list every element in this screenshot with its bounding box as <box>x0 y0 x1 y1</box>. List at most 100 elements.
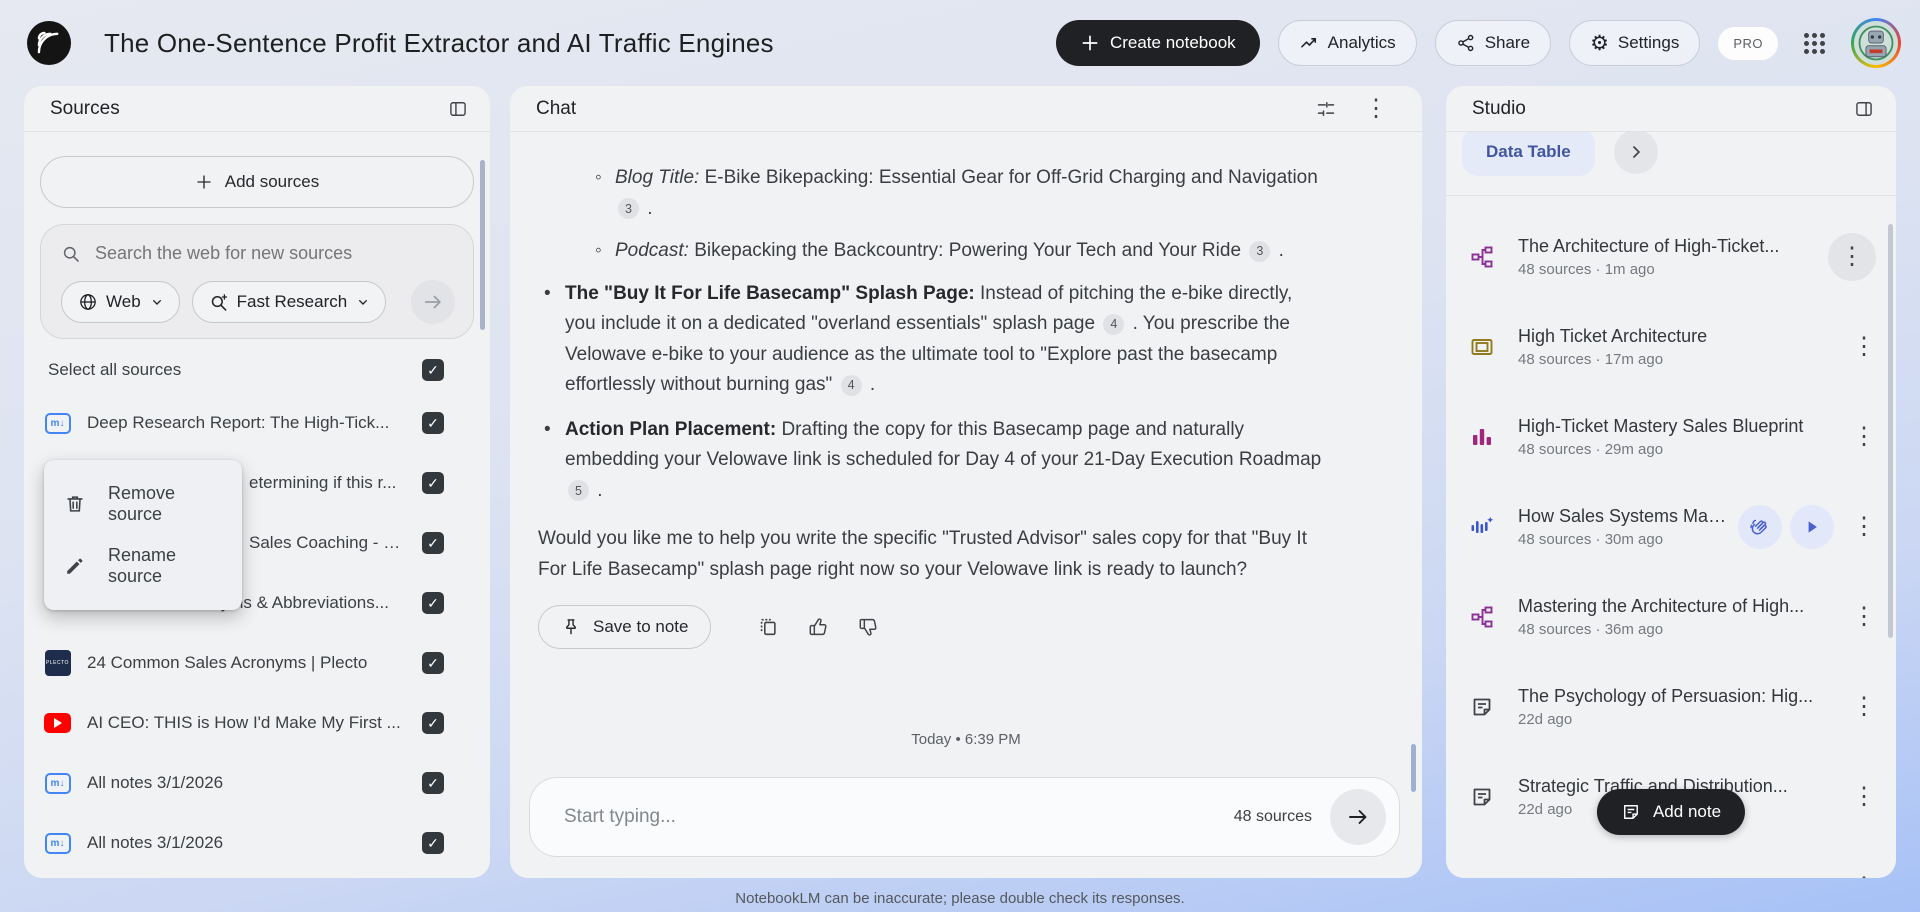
add-sources-button[interactable]: Add sources <box>40 156 474 208</box>
web-search-card: Web Fast Research <box>40 224 474 339</box>
analytics-button[interactable]: Analytics <box>1277 20 1417 66</box>
source-row[interactable]: m↓ All notes 3/1/2026 ✓ <box>24 753 490 813</box>
item-more-icon[interactable]: ⋮ <box>1852 875 1876 879</box>
studio-item[interactable]: High Ticket Architecture 48 sources · 17m… <box>1446 302 1896 392</box>
markdown-icon: m↓ <box>44 832 71 854</box>
studio-item[interactable]: How Sales Systems Map... 48 sources · 30m… <box>1446 482 1896 572</box>
item-more-icon[interactable]: ⋮ <box>1852 515 1876 539</box>
studio-item-title: Mastering the Architecture of High... <box>1518 596 1805 616</box>
chat-scrollbar[interactable] <box>1411 744 1416 792</box>
create-notebook-button[interactable]: Create notebook <box>1055 20 1260 66</box>
item-more-icon[interactable]: ⋮ <box>1852 425 1876 449</box>
chat-timestamp: Today • 6:39 PM <box>911 731 1021 748</box>
copy-icon[interactable] <box>757 616 779 638</box>
studio-panel-header: Studio <box>1446 86 1896 132</box>
source-title: etermining if this r... <box>249 473 397 492</box>
app-header: The One-Sentence Profit Extractor and AI… <box>0 0 1920 86</box>
chip-next-button[interactable] <box>1614 130 1658 174</box>
avatar[interactable] <box>1851 18 1901 68</box>
item-more-icon[interactable]: ⋮ <box>1852 695 1876 719</box>
item-more-icon[interactable]: ⋮ <box>1852 785 1876 809</box>
source-checkbox[interactable]: ✓ <box>422 772 444 794</box>
source-title: All notes 3/1/2026 <box>87 833 224 852</box>
web-search-input[interactable] <box>95 243 455 264</box>
studio-item[interactable]: The Acronym Method for Batching... ⋮ <box>1446 842 1896 879</box>
notebooklm-logo-icon[interactable] <box>27 21 71 65</box>
citation-chip[interactable]: 4 <box>1103 313 1125 335</box>
studio-item[interactable]: The Architecture of High-Ticket... 48 sou… <box>1446 212 1896 302</box>
data-table-chip[interactable]: Data Table <box>1462 128 1595 176</box>
interactive-mode-button[interactable] <box>1738 505 1782 549</box>
item-more-icon[interactable]: ⋮ <box>1828 233 1876 281</box>
disclaimer-text: NotebookLM can be inaccurate; please dou… <box>735 890 1185 907</box>
play-button[interactable] <box>1790 505 1834 549</box>
chat-input-bar: 48 sources <box>529 777 1400 857</box>
chat-settings-icon[interactable] <box>1316 99 1336 119</box>
studio-item-meta: 48 sources · 1m ago <box>1518 261 1655 278</box>
source-checkbox[interactable]: ✓ <box>422 592 444 614</box>
source-title: All notes 3/1/2026 <box>87 773 224 792</box>
share-button[interactable]: Share <box>1434 20 1552 66</box>
add-note-button[interactable]: Add note <box>1596 789 1746 835</box>
note-icon <box>1621 802 1641 822</box>
rename-source-menu-item[interactable]: Rename source <box>44 535 242 597</box>
pro-badge: PRO <box>1718 26 1778 60</box>
source-checkbox[interactable]: ✓ <box>422 712 444 734</box>
youtube-icon <box>44 713 71 733</box>
studio-scrollbar[interactable] <box>1888 224 1893 638</box>
source-title: Sales Coaching - K... <box>249 533 406 552</box>
research-mode-dropdown[interactable]: Fast Research <box>191 281 387 323</box>
trash-icon <box>64 493 86 515</box>
remove-source-menu-item[interactable]: Remove source <box>44 473 242 535</box>
studio-item-meta: 22d ago <box>1518 711 1573 728</box>
source-checkbox[interactable]: ✓ <box>422 532 444 554</box>
frame-icon <box>1470 335 1504 359</box>
send-button[interactable] <box>1330 789 1386 845</box>
thumbs-up-icon[interactable] <box>807 616 829 638</box>
expand-panel-icon[interactable] <box>1854 99 1874 119</box>
chat-more-icon[interactable]: ⋮ <box>1364 96 1388 121</box>
flow-icon <box>1470 245 1504 269</box>
source-row[interactable]: PLECTO 24 Common Sales Acronyms | Plecto ✓ <box>24 633 490 693</box>
bullet-marker: ◦ <box>595 167 602 188</box>
waveform-icon <box>1470 515 1504 539</box>
share-icon <box>1456 33 1476 53</box>
chat-panel-header: Chat ⋮ <box>510 86 1422 132</box>
plus-icon <box>1080 33 1100 53</box>
studio-item[interactable]: The Psychology of Persuasion: Hig... 22d … <box>1446 662 1896 752</box>
save-to-note-button[interactable]: Save to note <box>538 605 712 649</box>
chat-closing-paragraph: Would you like me to help you write the … <box>538 528 1307 580</box>
trending-up-icon <box>1299 33 1319 53</box>
chat-panel: Chat ⋮ ◦ Blog Title: E-Bike Bikepacking: … <box>510 86 1422 878</box>
web-filter-dropdown[interactable]: Web <box>61 281 180 323</box>
collapse-panel-icon[interactable] <box>448 99 468 119</box>
sources-panel-header: Sources <box>24 86 490 132</box>
apps-grid-icon[interactable] <box>1804 32 1825 54</box>
item-more-icon[interactable]: ⋮ <box>1852 605 1876 629</box>
item-more-icon[interactable]: ⋮ <box>1852 335 1876 359</box>
notebook-title[interactable]: The One-Sentence Profit Extractor and AI… <box>104 28 1056 59</box>
select-all-checkbox[interactable]: ✓ <box>422 359 444 381</box>
settings-button[interactable]: ⚙ Settings <box>1569 20 1701 66</box>
search-submit-button[interactable] <box>411 280 455 324</box>
studio-title: Studio <box>1472 97 1526 119</box>
citation-chip[interactable]: 5 <box>568 480 589 502</box>
thumbs-down-icon[interactable] <box>857 616 879 638</box>
source-checkbox[interactable]: ✓ <box>422 472 444 494</box>
studio-item[interactable]: High-Ticket Mastery Sales Blueprint 48 so… <box>1446 392 1896 482</box>
sources-scrollbar[interactable] <box>480 160 485 330</box>
source-row[interactable]: m↓ All notes 3/1/2026 ✓ <box>24 813 490 873</box>
source-row[interactable]: m↓ Deep Research Report: The High-Tick...… <box>24 393 490 453</box>
source-checkbox[interactable]: ✓ <box>422 652 444 674</box>
chat-input[interactable] <box>564 806 1234 828</box>
source-checkbox[interactable]: ✓ <box>422 832 444 854</box>
citation-chip[interactable]: 3 <box>1249 240 1271 262</box>
source-row[interactable]: AI CEO: THIS is How I'd Make My First ..… <box>24 693 490 753</box>
source-title: 24 Common Sales Acronyms | Plecto <box>87 653 368 672</box>
message-actions: Save to note <box>538 605 1326 649</box>
source-checkbox[interactable]: ✓ <box>422 412 444 434</box>
fast-research-icon <box>209 292 229 312</box>
studio-item[interactable]: Mastering the Architecture of High... 48 … <box>1446 572 1896 662</box>
citation-chip[interactable]: 3 <box>618 198 639 220</box>
citation-chip[interactable]: 4 <box>840 374 862 396</box>
